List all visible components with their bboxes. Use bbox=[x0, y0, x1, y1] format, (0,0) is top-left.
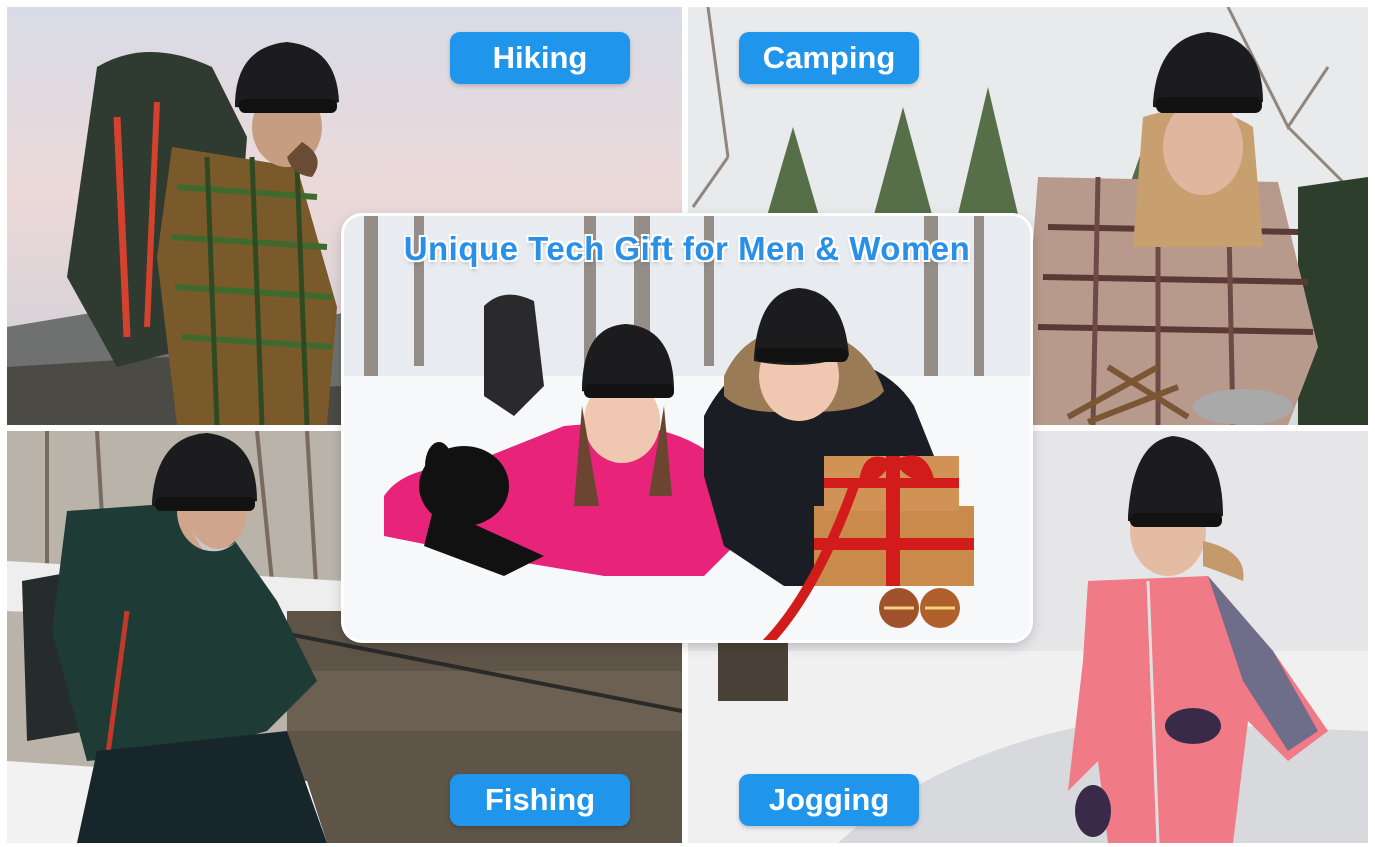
product-collage: Unique Tech Gift for Men & Women Hiking … bbox=[0, 0, 1375, 847]
jogging-label: Jogging bbox=[739, 774, 919, 826]
headline-text: Unique Tech Gift for Men & Women bbox=[403, 230, 971, 267]
center-gift-card: Unique Tech Gift for Men & Women bbox=[344, 216, 1030, 640]
hiking-label: Hiking bbox=[450, 32, 630, 84]
camping-label: Camping bbox=[739, 32, 919, 84]
couple-in-snow-illustration bbox=[344, 216, 1030, 640]
fishing-label: Fishing bbox=[450, 774, 630, 826]
